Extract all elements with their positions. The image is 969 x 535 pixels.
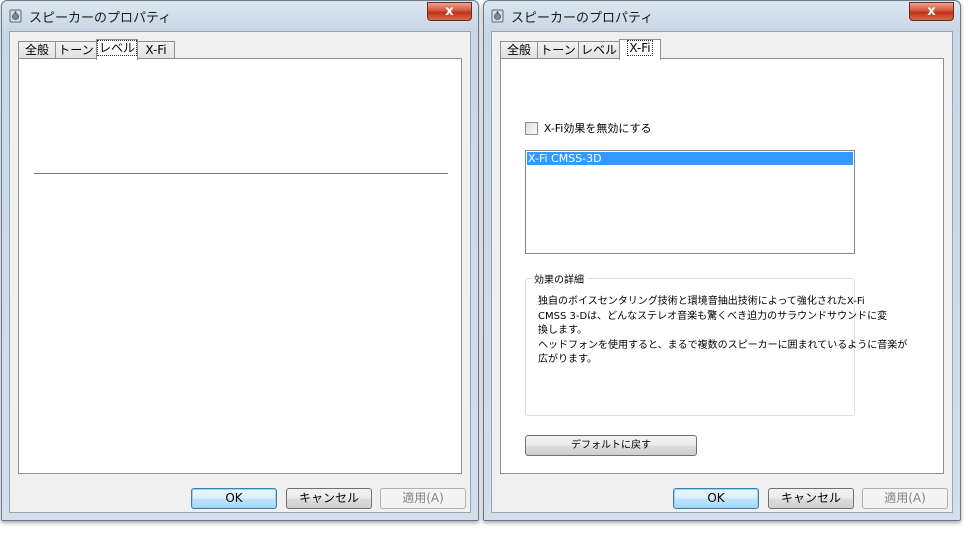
separator-line [34,173,448,174]
close-icon: x [445,4,454,19]
title-bar[interactable]: スピーカーのプロパティ x [484,1,960,31]
speaker-app-icon [9,9,22,23]
title-bar[interactable]: スピーカーのプロパティ x [2,1,478,31]
effect-listbox[interactable]: X-Fi CMSS-3D [525,150,855,254]
apply-button[interactable]: 適用(A) [380,488,466,509]
level-tab-panel [18,58,462,474]
group-title: 効果の詳細 [531,271,587,286]
tab-general[interactable]: 全般 [500,41,538,58]
xfi-tab-panel: X-Fi効果を無効にする X-Fi CMSS-3D 効果の詳細 独自のボイスセン… [500,58,944,474]
tab-xfi[interactable]: X-Fi [619,39,661,60]
dialog-body: 全般 トーン レベル X-Fi OK キャンセル 適用(A) [9,31,471,513]
ok-button[interactable]: OK [191,488,277,509]
cancel-button[interactable]: キャンセル [768,488,854,509]
effect-description: 独自のボイスセンタリング技術と環境音抽出技術によって強化されたX-Fi CMSS… [538,296,908,365]
close-button[interactable]: x [427,2,472,21]
tab-tone[interactable]: トーン [55,41,97,58]
speaker-properties-window-right: スピーカーのプロパティ x 全般 トーン レベル X-Fi X-Fi効果を無効に… [483,0,961,521]
effect-details-group: 効果の詳細 独自のボイスセンタリング技術と環境音抽出技術によって強化されたX-F… [525,271,908,416]
ok-button[interactable]: OK [673,488,759,509]
window-title: スピーカーのプロパティ [29,11,172,26]
disable-xfi-checkbox-row[interactable]: X-Fi効果を無効にする [525,120,652,135]
tab-level[interactable]: レベル [578,41,620,58]
speaker-app-icon [491,9,504,23]
cancel-button[interactable]: キャンセル [286,488,372,509]
tab-tone[interactable]: トーン [537,41,579,58]
disable-xfi-checkbox[interactable] [525,121,538,135]
tab-xfi[interactable]: X-Fi [137,41,175,58]
speaker-properties-window-left: スピーカーのプロパティ x 全般 トーン レベル X-Fi OK キャンセル 適… [1,0,479,521]
close-icon: x [927,4,936,19]
apply-button[interactable]: 適用(A) [862,488,948,509]
disable-xfi-label: X-Fi効果を無効にする [543,122,652,135]
reset-default-button[interactable]: デフォルトに戻す [525,435,697,456]
tab-general[interactable]: 全般 [18,41,56,58]
list-item[interactable]: X-Fi CMSS-3D [527,152,853,165]
close-button[interactable]: x [909,2,954,21]
window-title: スピーカーのプロパティ [511,11,654,26]
tab-level[interactable]: レベル [96,39,138,60]
dialog-body: 全般 トーン レベル X-Fi X-Fi効果を無効にする X-Fi CMSS-3… [491,31,953,513]
